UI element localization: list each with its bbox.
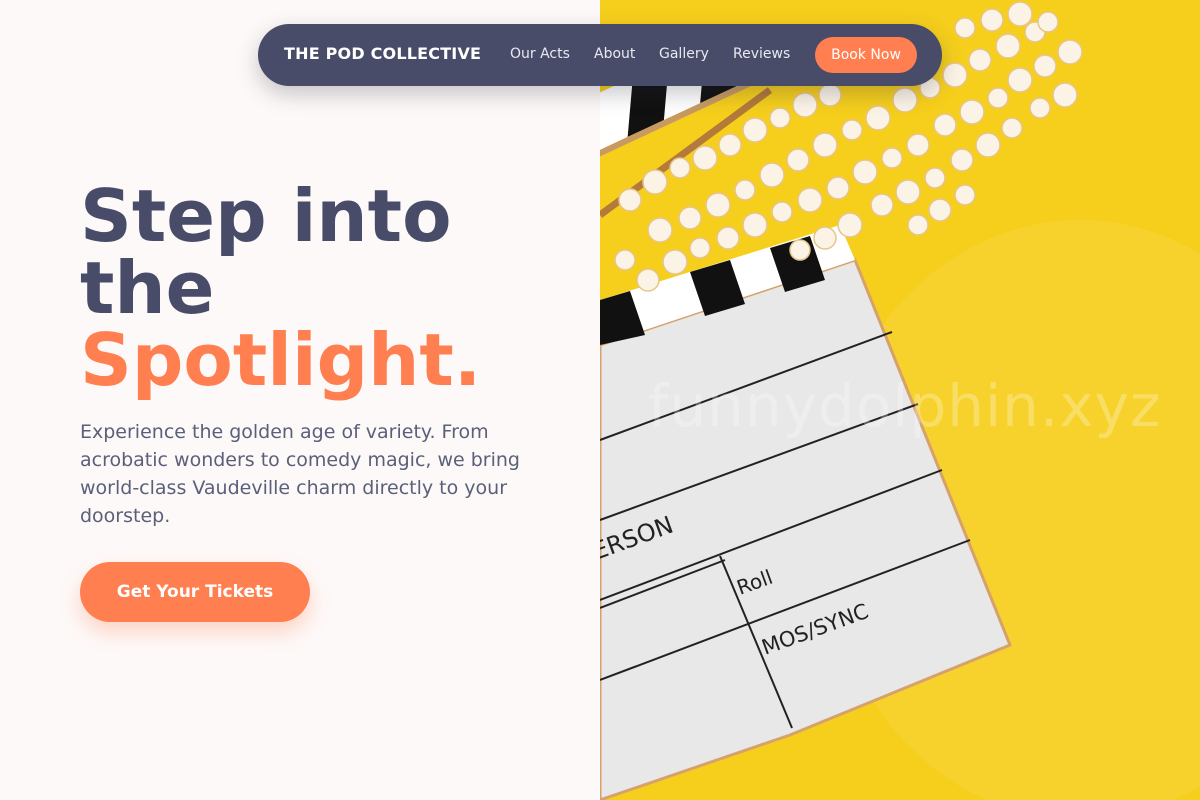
brand-logo[interactable]: THE POD COLLECTIVE xyxy=(284,44,481,63)
book-now-button[interactable]: Book Now xyxy=(815,37,917,73)
nav-link-reviews[interactable]: Reviews xyxy=(733,46,790,62)
nav-link-gallery[interactable]: Gallery xyxy=(659,46,709,62)
hero-image: ERSON Roll MOS/SYNC funnydolphin.xyz xyxy=(600,0,1200,800)
nav-link-our-acts[interactable]: Our Acts xyxy=(510,46,570,62)
headline-accent: Spotlight. xyxy=(80,318,482,402)
hero-headline: Step into the Spotlight. xyxy=(80,180,481,396)
watermark: funnydolphin.xyz xyxy=(648,372,1162,440)
top-nav: THE POD COLLECTIVE Our Acts About Galler… xyxy=(258,24,942,86)
get-tickets-button[interactable]: Get Your Tickets xyxy=(80,562,310,622)
headline-line-2: the xyxy=(80,246,215,330)
headline-line-1: Step into xyxy=(80,174,452,258)
nav-link-about[interactable]: About xyxy=(594,46,635,62)
hero-subtitle: Experience the golden age of variety. Fr… xyxy=(80,421,520,527)
